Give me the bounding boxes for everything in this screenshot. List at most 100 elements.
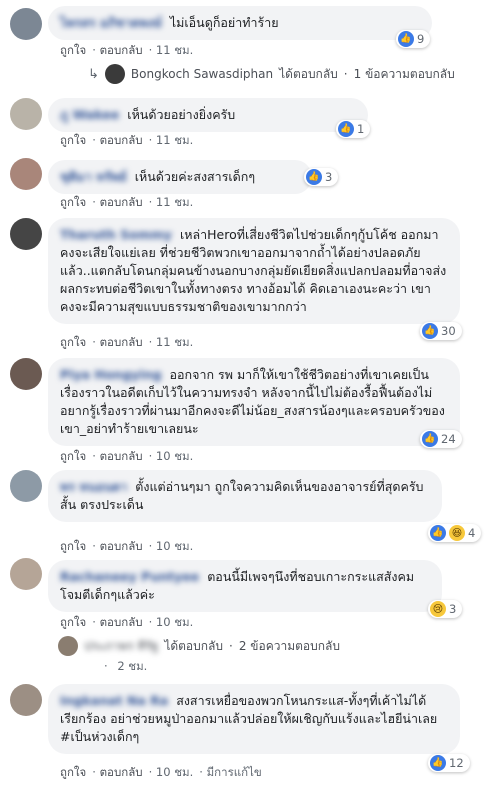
avatar bbox=[58, 636, 78, 656]
separator-dot: · bbox=[104, 659, 108, 673]
comment-bubble: Ingkanat Na Ra สงสารเหยื่อของพวกโหนกระแส… bbox=[48, 684, 460, 754]
avatar[interactable] bbox=[10, 98, 42, 130]
like-icon: 👍 bbox=[338, 121, 354, 137]
avatar[interactable] bbox=[10, 684, 42, 716]
avatar[interactable] bbox=[10, 358, 42, 390]
timestamp: 10 ชม. bbox=[155, 539, 194, 553]
commenter-name[interactable]: ไพรสร อภิชาตพงษ์ bbox=[60, 15, 162, 30]
reply-link[interactable]: ตอบกลับ bbox=[100, 615, 143, 629]
edited-label[interactable]: มีการแก้ไข bbox=[207, 765, 262, 779]
timestamp: 10 ชม. bbox=[155, 449, 194, 463]
reaction-count[interactable]: 👍 😆 4 bbox=[428, 524, 482, 542]
reaction-number: 12 bbox=[449, 756, 464, 770]
like-icon: 👍 bbox=[306, 169, 322, 185]
comment-bubble: ไพรสร อภิชาตพงษ์ ไม่เอ็นดูก็อย่าทำร้าย bbox=[48, 6, 432, 40]
reply-link[interactable]: ตอบกลับ bbox=[100, 43, 143, 57]
like-link[interactable]: ถูกใจ bbox=[60, 43, 86, 57]
commenter-name[interactable]: Rachaneey Puntyee bbox=[60, 569, 199, 584]
like-link[interactable]: ถูกใจ bbox=[60, 335, 86, 349]
comment-meta: ถูกใจ · ตอบกลับ · 10 ชม. · มีการแก้ไข bbox=[60, 765, 262, 779]
reaction-number: 24 bbox=[441, 432, 456, 446]
like-link[interactable]: ถูกใจ bbox=[60, 615, 86, 629]
like-icon: 👍 bbox=[422, 431, 438, 447]
timestamp: 11 ชม. bbox=[155, 133, 194, 147]
timestamp: 10 ชม. bbox=[155, 615, 194, 629]
comment-meta: ถูกใจ · ตอบกลับ · 11 ชม. bbox=[60, 133, 194, 147]
reaction-number: 4 bbox=[468, 526, 476, 540]
haha-icon: 😆 bbox=[449, 525, 465, 541]
reaction-count[interactable]: 😢 3 bbox=[428, 600, 463, 618]
avatar[interactable] bbox=[10, 470, 42, 502]
reaction-count[interactable]: 👍 30 bbox=[420, 322, 462, 340]
reaction-number: 3 bbox=[325, 170, 333, 184]
comment-text: เห็นด้วยอย่างยิ่งครับ bbox=[127, 107, 236, 122]
reaction-number: 3 bbox=[449, 602, 457, 616]
comment-meta: ถูกใจ · ตอบกลับ · 10 ชม. bbox=[60, 539, 194, 553]
commenter-name[interactable]: Tharuth Sommy bbox=[60, 227, 172, 242]
reply-link[interactable]: ตอบกลับ bbox=[100, 765, 143, 779]
like-icon: 👍 bbox=[398, 31, 414, 47]
separator-dot: · bbox=[229, 639, 233, 653]
reply-link[interactable]: ตอบกลับ bbox=[100, 133, 143, 147]
reply-timestamp: · 2 ชม. bbox=[104, 658, 153, 676]
avatar bbox=[104, 64, 125, 84]
reply-action: ได้ตอบกลับ bbox=[279, 66, 338, 81]
comment-meta: ถูกใจ · ตอบกลับ · 10 ชม. bbox=[60, 615, 194, 629]
like-link[interactable]: ถูกใจ bbox=[60, 449, 86, 463]
reaction-count[interactable]: 👍 1 bbox=[336, 120, 371, 138]
reply-link[interactable]: ตอบกลับ bbox=[100, 449, 143, 463]
reaction-number: 1 bbox=[357, 122, 365, 136]
comment-bubble: ภู Wakee เห็นด้วยอย่างยิ่งครับ bbox=[48, 98, 368, 132]
separator-dot: · bbox=[343, 67, 348, 81]
avatar[interactable] bbox=[10, 158, 42, 190]
reply-link[interactable]: ตอบกลับ bbox=[100, 195, 143, 209]
like-link[interactable]: ถูกใจ bbox=[60, 765, 86, 779]
like-link[interactable]: ถูกใจ bbox=[60, 539, 86, 553]
commenter-name[interactable]: Ingkanat Na Ra bbox=[60, 693, 168, 708]
avatar[interactable] bbox=[10, 218, 42, 250]
commenter-name[interactable]: ชุติมา ทรัพย์ bbox=[60, 169, 127, 184]
like-link[interactable]: ถูกใจ bbox=[60, 195, 86, 209]
reaction-count[interactable]: 👍 9 bbox=[396, 30, 431, 48]
comment-bubble: Piya Hongying ออกจาก รพ มาก็ให้เขาใช้ชีว… bbox=[48, 358, 460, 446]
reply-author[interactable]: Bongkoch Sawasdiphan bbox=[131, 67, 273, 81]
reaction-number: 30 bbox=[441, 324, 456, 338]
like-link[interactable]: ถูกใจ bbox=[60, 133, 86, 147]
comment-meta: ถูกใจ · ตอบกลับ · 11 ชม. bbox=[60, 335, 194, 349]
comment-bubble: Rachaneey Puntyee ตอนนี้มีเพจๆนึงที่ชอบเ… bbox=[48, 560, 442, 612]
timestamp: 11 ชม. bbox=[155, 195, 194, 209]
reply-link[interactable]: ตอบกลับ bbox=[100, 539, 143, 553]
reply-summary[interactable]: ประภาพร ทีรัฐ ได้ตอบกลับ · 2 ข้อความตอบก… bbox=[58, 636, 340, 656]
reply-author[interactable]: ประภาพร ทีรัฐ bbox=[84, 637, 158, 656]
reaction-count[interactable]: 👍 12 bbox=[428, 754, 470, 772]
avatar[interactable] bbox=[10, 8, 42, 40]
comment-meta: ถูกใจ · ตอบกลับ · 11 ชม. bbox=[60, 195, 194, 209]
reaction-number: 9 bbox=[417, 32, 425, 46]
reply-count[interactable]: 1 ข้อความตอบกลับ bbox=[354, 65, 455, 84]
reply-summary[interactable]: ↳ Bongkoch Sawasdiphan ได้ตอบกลับ · 1 ข้… bbox=[88, 64, 455, 84]
like-icon: 👍 bbox=[430, 755, 446, 771]
commenter-name[interactable]: Piya Hongying bbox=[60, 367, 162, 382]
comment-meta: ถูกใจ · ตอบกลับ · 10 ชม. bbox=[60, 449, 194, 463]
timestamp: 10 ชม. bbox=[155, 765, 194, 779]
reply-arrow-icon: ↳ bbox=[88, 66, 99, 82]
like-icon: 👍 bbox=[422, 323, 438, 339]
comment-bubble: ชุติมา ทรัพย์ เห็นด้วยค่ะสงสารเด็กๆ bbox=[48, 160, 312, 194]
sad-icon: 😢 bbox=[430, 601, 446, 617]
commenter-name[interactable]: ภู Wakee bbox=[60, 107, 119, 122]
comment-text: ไม่เอ็นดูก็อย่าทำร้าย bbox=[169, 15, 279, 30]
avatar[interactable] bbox=[10, 558, 42, 590]
timestamp: 11 ชม. bbox=[155, 335, 194, 349]
reply-action: ได้ตอบกลับ bbox=[164, 638, 223, 653]
commenter-name[interactable]: พร หนอนตา bbox=[60, 479, 127, 494]
comment-text: เห็นด้วยค่ะสงสารเด็กๆ bbox=[134, 169, 256, 184]
comment-meta: ถูกใจ · ตอบกลับ · 11 ชม. bbox=[60, 43, 194, 57]
timestamp: 2 ชม. bbox=[117, 659, 148, 673]
reaction-count[interactable]: 👍 24 bbox=[420, 430, 462, 448]
reply-count[interactable]: 2 ข้อความตอบกลับ bbox=[239, 637, 340, 656]
like-icon: 👍 bbox=[430, 525, 446, 541]
reply-link[interactable]: ตอบกลับ bbox=[100, 335, 143, 349]
timestamp: 11 ชม. bbox=[155, 43, 194, 57]
reaction-count[interactable]: 👍 3 bbox=[304, 168, 339, 186]
comment-bubble: พร หนอนตา ตั้งแต่อ่านๆมา ถูกใจความคิดเห็… bbox=[48, 470, 442, 522]
